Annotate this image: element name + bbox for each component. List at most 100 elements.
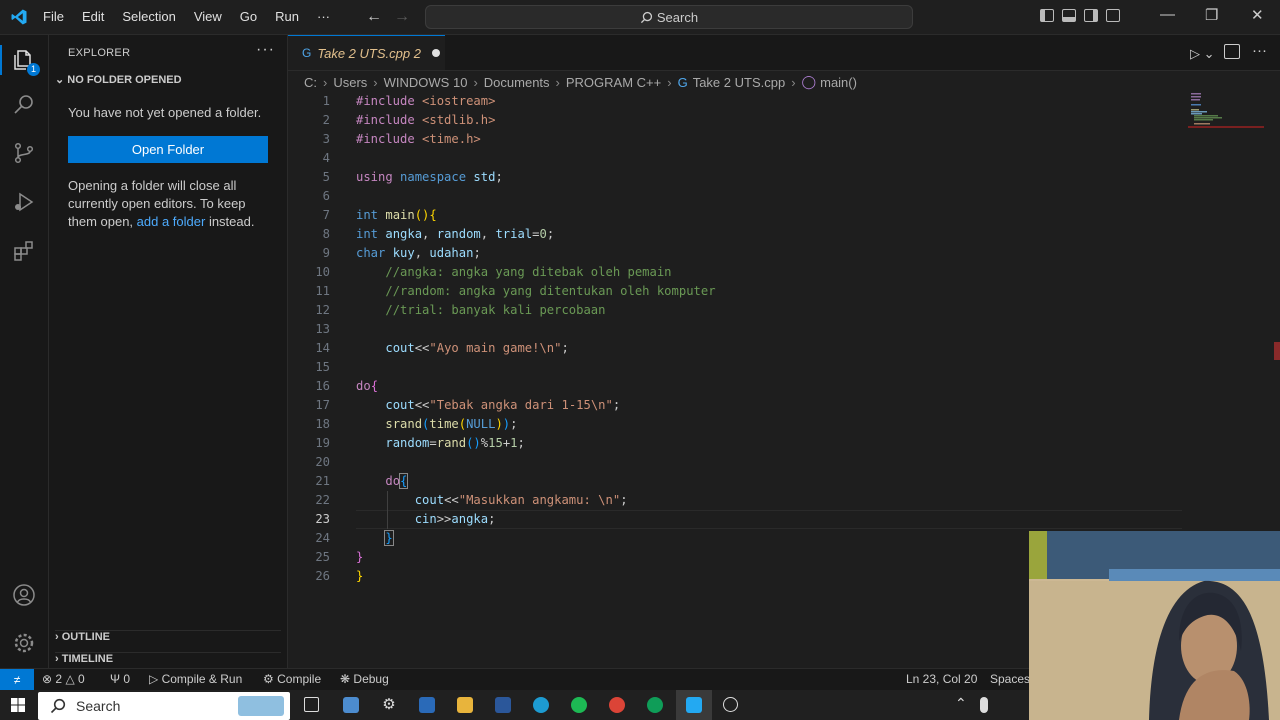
- line-number: 17: [315, 398, 330, 412]
- account-icon[interactable]: [12, 583, 36, 607]
- ports-indicator[interactable]: Ψ 0: [110, 672, 130, 686]
- breadcrumb-item[interactable]: Documents: [484, 75, 550, 90]
- outline-section[interactable]: › OUTLINE: [55, 630, 281, 643]
- minimap[interactable]: [1188, 92, 1268, 212]
- tab-take-2-uts[interactable]: G Take 2 UTS.cpp 2: [288, 35, 445, 70]
- breadcrumb-item[interactable]: PROGRAM C++: [566, 75, 661, 90]
- windows-start-icon[interactable]: [11, 698, 25, 712]
- code-line: //angka: angka yang ditebak oleh pemain: [385, 265, 672, 279]
- command-center-search[interactable]: Search: [425, 5, 913, 29]
- microphone-icon[interactable]: [980, 697, 988, 713]
- indentation-setting[interactable]: Spaces:: [990, 672, 1033, 686]
- clock-app-icon[interactable]: [723, 697, 738, 712]
- breadcrumb-item[interactable]: main(): [820, 75, 857, 90]
- code-line: #include <stdlib.h>: [356, 113, 496, 127]
- restore-icon[interactable]: ❐: [1205, 6, 1218, 24]
- code-line: }: [384, 530, 394, 546]
- back-arrow-icon[interactable]: ←: [366, 8, 382, 26]
- error-icon: ⊗: [42, 672, 53, 686]
- close-icon[interactable]: ✕: [1251, 6, 1264, 24]
- timeline-section[interactable]: › TIMELINE: [55, 652, 281, 665]
- task-view-icon[interactable]: [304, 697, 319, 712]
- chevron-right-icon: ›: [791, 74, 796, 90]
- menu-view[interactable]: View: [185, 0, 231, 34]
- minimize-icon[interactable]: —: [1160, 6, 1175, 23]
- breadcrumb-item[interactable]: C:: [304, 75, 317, 90]
- editor-more-icon[interactable]: ···: [1252, 42, 1267, 59]
- source-control-icon[interactable]: [12, 141, 36, 165]
- edge-icon[interactable]: [533, 697, 549, 713]
- chrome-profile-icon[interactable]: [647, 697, 663, 713]
- open-folder-button[interactable]: Open Folder: [68, 136, 268, 163]
- cursor-position[interactable]: Ln 23, Col 20: [906, 672, 977, 686]
- run-debug-icon[interactable]: [12, 190, 36, 214]
- code-line: do{: [356, 379, 379, 393]
- settings-gear-icon[interactable]: ⚙: [381, 697, 397, 713]
- remote-indicator-icon[interactable]: ≠: [0, 669, 34, 691]
- code-line: }: [356, 569, 364, 583]
- symbol-method-icon: ◯: [801, 74, 817, 89]
- compile-run-button[interactable]: ▷ Compile & Run: [149, 672, 242, 686]
- explorer-badge-count: 1: [30, 64, 36, 74]
- chevron-up-icon[interactable]: ⌃: [955, 695, 967, 712]
- debug-button[interactable]: ❋ Debug: [340, 672, 389, 686]
- code-line: //random: angka yang ditentukan oleh kom…: [385, 284, 716, 298]
- code-line: #include <time.h>: [356, 132, 481, 146]
- search-icon[interactable]: [12, 93, 36, 117]
- vscode-taskbar-active[interactable]: [676, 690, 712, 720]
- line-number: 5: [322, 170, 330, 184]
- sidebar-more-icon[interactable]: ···: [256, 41, 275, 59]
- debug-label: Debug: [353, 672, 389, 686]
- code-line: int angka, random, trial=0;: [356, 227, 555, 241]
- settings-gear-icon[interactable]: [12, 631, 36, 655]
- line-number: 1: [322, 94, 330, 108]
- extensions-icon[interactable]: [12, 239, 36, 263]
- explorer-badge: 1: [27, 63, 40, 76]
- line-number: 12: [315, 303, 330, 317]
- breadcrumb-item[interactable]: WINDOWS 10: [384, 75, 468, 90]
- store-icon[interactable]: [419, 697, 435, 713]
- split-editor-icon[interactable]: [1224, 44, 1240, 59]
- breadcrumb-item[interactable]: Users: [333, 75, 367, 90]
- compile-button[interactable]: ⚙ Compile: [263, 672, 321, 686]
- chrome-icon[interactable]: [609, 697, 625, 713]
- code-line: cout<<"Masukkan angkamu: \n";: [414, 493, 628, 507]
- taskbar-search-box[interactable]: Search: [38, 692, 290, 720]
- title-bar: File Edit Selection View Go Run ··· ← → …: [0, 0, 1280, 35]
- forward-arrow-icon[interactable]: →: [394, 8, 410, 26]
- unsaved-dot-icon[interactable]: [431, 49, 440, 57]
- problems-indicator[interactable]: ⊗ 2 △ 0: [42, 672, 85, 686]
- line-number: 21: [315, 474, 330, 488]
- line-number: 20: [315, 455, 330, 469]
- file-explorer-icon[interactable]: [457, 697, 473, 713]
- compile-label: Compile: [277, 672, 322, 686]
- customize-layout-icon[interactable]: [1106, 9, 1120, 22]
- word-icon[interactable]: [495, 697, 511, 713]
- spotify-icon[interactable]: [571, 697, 587, 713]
- toggle-secondary-sidebar-icon[interactable]: [1084, 9, 1098, 22]
- menu-go[interactable]: Go: [231, 0, 266, 34]
- line-number: 26: [315, 569, 330, 583]
- menu-more[interactable]: ···: [308, 0, 339, 34]
- toggle-sidebar-icon[interactable]: [1040, 9, 1054, 22]
- code-line: cin>>angka;: [414, 512, 496, 526]
- code-line: srand(time(NULL));: [385, 417, 518, 431]
- no-folder-section[interactable]: ⌄ NO FOLDER OPENED: [55, 73, 182, 86]
- layout-controls: [1040, 9, 1120, 22]
- line-number: 6: [322, 189, 330, 203]
- bug-icon: ❋: [340, 672, 351, 686]
- section-label: NO FOLDER OPENED: [67, 74, 182, 86]
- widgets-icon[interactable]: [343, 697, 359, 713]
- menu-edit[interactable]: Edit: [73, 0, 113, 34]
- menu-run[interactable]: Run: [266, 0, 308, 34]
- menu-file[interactable]: File: [34, 0, 73, 34]
- cpp-file-icon: G: [302, 46, 312, 60]
- add-folder-link[interactable]: add a folder: [137, 214, 206, 229]
- run-file-icon[interactable]: ▷ ⌄: [1190, 46, 1215, 62]
- editor-tabs: G Take 2 UTS.cpp 2: [288, 35, 1280, 71]
- activity-bar: 1: [0, 35, 49, 668]
- toggle-panel-icon[interactable]: [1062, 9, 1076, 22]
- menu-selection[interactable]: Selection: [113, 0, 184, 34]
- breadcrumb-item[interactable]: Take 2 UTS.cpp: [693, 75, 786, 90]
- code-line: }: [356, 550, 364, 564]
